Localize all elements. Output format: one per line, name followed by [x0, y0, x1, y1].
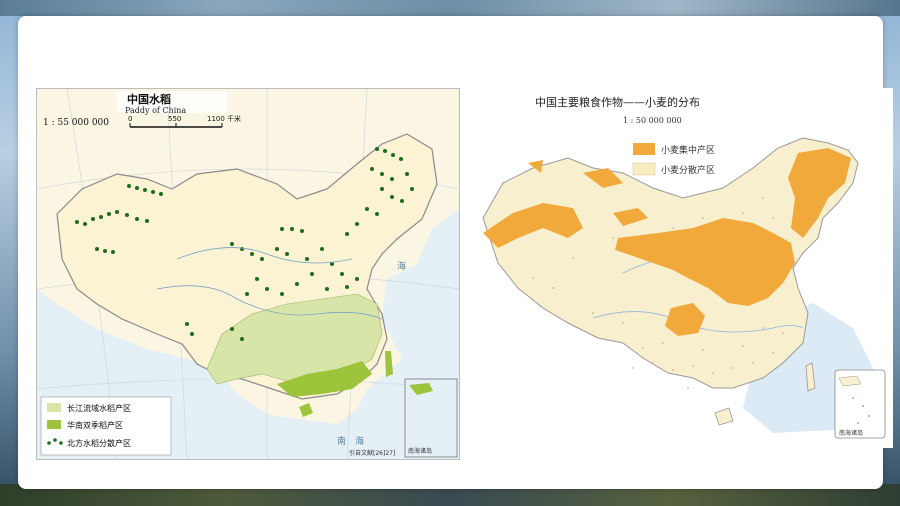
legend-swatch-scattered [632, 162, 656, 176]
wheat-map-scale-ratio: 1 : 50 000 000 [623, 116, 682, 125]
slide-card: 中国水稻 Paddy of China 1 : 55 000 000 0 550… [18, 16, 893, 489]
wheat-distribution-map: 中国主要粮食作物——小麦的分布 1 : 50 000 000 小麦集中产区 小麦… [473, 88, 893, 448]
rice-map-subtitle: Paddy of China [125, 106, 186, 115]
rice-inset-label: 南海诸岛 [408, 447, 432, 455]
wheat-inset-label: 南海诸岛 [839, 429, 863, 437]
legend-swatch-concentrated [633, 143, 655, 155]
wheat-map-title: 中国主要粮食作物——小麦的分布 [535, 95, 700, 109]
scale-tick-550: 550 [168, 115, 181, 123]
sea-label-3: 海 [355, 435, 364, 447]
sea-label-1: 海 [397, 260, 406, 272]
rice-legend: 长江流域水稻产区 华南双季稻产区 北方水稻分散产区 [40, 396, 172, 456]
scale-tick-1100: 1100 千米 [207, 114, 241, 123]
legend-label-south: 华南双季稻产区 [67, 420, 123, 430]
rice-source-note: 引自文献[26]27] [349, 449, 395, 457]
legend-label-scattered: 小麦分散产区 [661, 164, 715, 176]
wheat-south-sea-inset: 南海诸岛 [834, 369, 886, 439]
background-skyline-top [0, 0, 900, 16]
rice-map-title: 中国水稻 [127, 92, 171, 106]
legend-label-north: 北方水稻分散产区 [67, 438, 131, 448]
scale-tick-0: 0 [128, 115, 132, 123]
rice-distribution-map: 中国水稻 Paddy of China 1 : 55 000 000 0 550… [36, 88, 460, 460]
legend-label-concentrated: 小麦集中产区 [661, 144, 715, 156]
legend-swatch-south [47, 420, 61, 429]
rice-south-sea-inset: 南海诸岛 [404, 378, 458, 458]
legend-swatch-yangtze [47, 403, 61, 412]
legend-label-yangtze: 长江流域水稻产区 [67, 403, 131, 413]
sea-label-2: 南 [337, 435, 346, 447]
rice-map-scale-ratio: 1 : 55 000 000 [43, 118, 109, 128]
